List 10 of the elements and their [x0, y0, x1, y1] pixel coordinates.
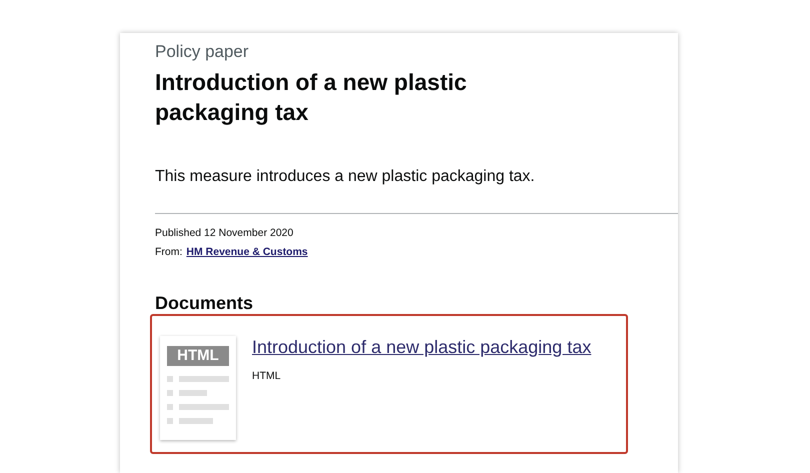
section-heading: Documents: [155, 292, 254, 314]
from-label: From:: [155, 245, 182, 260]
document-type: Policy paper: [155, 41, 250, 63]
document-format: HTML: [252, 369, 282, 384]
published-date: Published 12 November 2020: [155, 226, 294, 241]
thumbnail-label: HTML: [167, 346, 229, 366]
document-link[interactable]: Introduction of a new plastic packaging tax: [252, 337, 592, 357]
organisation-link[interactable]: HM Revenue & Customs: [186, 243, 308, 262]
page-title: Introduction of a new plastic packaging tax: [155, 68, 468, 127]
summary-text: This measure introduces a new plastic packaging tax.: [155, 167, 536, 187]
